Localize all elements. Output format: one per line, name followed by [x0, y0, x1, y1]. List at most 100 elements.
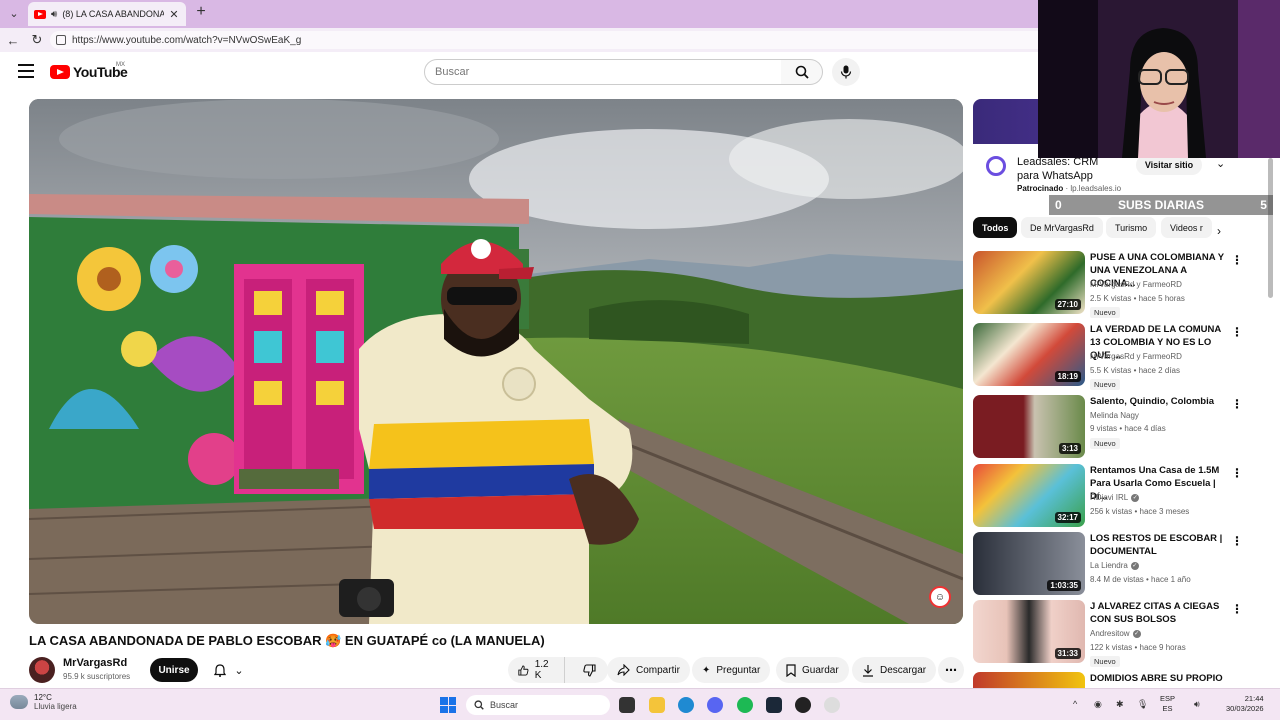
download-icon [863, 664, 873, 677]
file-explorer-icon[interactable] [649, 697, 665, 713]
kebab-menu-icon[interactable]: ⋮ [1231, 325, 1243, 339]
tab-list-button[interactable]: ⌄ [4, 3, 24, 23]
app-icon[interactable] [824, 697, 840, 713]
recommendation-title[interactable]: Salento, Quindio, Colombia [1090, 395, 1224, 408]
recommendation-channel[interactable]: Andresitow ✓ [1090, 629, 1141, 638]
verified-check-icon: ✓ [1132, 629, 1141, 638]
back-arrow-icon[interactable]: ← [4, 31, 22, 49]
youtube-header: YouTube MX [0, 52, 1038, 92]
recommendation-item[interactable]: 1:03:35 LOS RESTOS DE ESCOBAR | DOCUMENT… [973, 532, 1243, 596]
system-clock[interactable]: 21:44 30/03/2026 [1226, 694, 1264, 714]
obs-studio-icon[interactable] [795, 697, 811, 713]
new-tab-button[interactable]: + [192, 3, 210, 21]
ad-title[interactable]: Leadsales: CRM para WhatsApp [1017, 155, 1117, 183]
sidebar-scrollbar[interactable] [1268, 158, 1273, 298]
dislike-button[interactable] [571, 657, 608, 683]
chip-videos[interactable]: Videos r [1161, 217, 1212, 238]
video-thumbnail[interactable]: 18:19 [973, 323, 1085, 386]
like-button[interactable]: 1.2 K [508, 657, 565, 683]
tray-overflow-chevron-icon[interactable]: ^ [1073, 699, 1077, 709]
recommendation-title[interactable]: DOMIDIOS ABRE SU PROPIO [1090, 672, 1224, 685]
bell-icon [214, 663, 227, 677]
kebab-menu-icon[interactable]: ⋮ [1231, 253, 1243, 267]
channel-watermark[interactable]: ☺ [929, 586, 951, 608]
kebab-menu-icon[interactable]: ⋮ [1231, 534, 1243, 548]
video-thumbnail[interactable]: 31:33 [973, 600, 1085, 663]
network-icon[interactable]: ◉ [1094, 699, 1102, 710]
taskbar-search[interactable]: Buscar [466, 695, 610, 715]
url-field[interactable]: https://www.youtube.com/watch?v=NVwOSwEa… [50, 31, 1050, 49]
new-badge: Nuevo [1090, 656, 1120, 667]
like-dislike-group: 1.2 K [508, 657, 608, 683]
ask-button[interactable]: ✦ Preguntar [692, 657, 771, 683]
video-duration: 1:03:35 [1047, 580, 1081, 591]
save-label: Guardar [802, 664, 839, 676]
chip-todos[interactable]: Todos [973, 217, 1018, 238]
recommendation-item[interactable]: 27:10 PUSE A UNA COLOMBIANA Y UNA VENEZO… [973, 251, 1243, 318]
recommendation-item[interactable]: 18:19 LA VERDAD DE LA COMUNA 13 COLOMBIA… [973, 323, 1243, 390]
join-button[interactable]: Unirse [150, 658, 198, 682]
search-icon [795, 65, 809, 79]
visit-site-button[interactable]: Visitar sitio [1136, 155, 1202, 175]
edge-browser-icon[interactable] [678, 697, 694, 713]
reload-icon[interactable]: ↻ [28, 31, 46, 49]
chip-de-mrvargasrd[interactable]: De MrVargasRd [1021, 217, 1103, 238]
steam-icon[interactable] [766, 697, 782, 713]
more-actions-icon[interactable]: ⋯ [938, 657, 964, 683]
chip-turismo[interactable]: Turismo [1106, 217, 1157, 238]
share-button[interactable]: Compartir [607, 657, 690, 683]
notification-settings-button[interactable]: ⌄ [205, 658, 253, 682]
save-button[interactable]: Guardar [776, 657, 849, 683]
recommendation-title[interactable]: LOS RESTOS DE ESCOBAR | DOCUMENTAL [1090, 532, 1224, 558]
browser-tab-active[interactable]: 🔊︎ (8) LA CASA ABANDONADA DE PABLO ESCOB… [28, 2, 186, 26]
speaker-icon[interactable]: 🔊︎ [1194, 699, 1200, 710]
discord-icon[interactable] [707, 697, 723, 713]
video-thumbnail[interactable]: 3:13 [973, 395, 1085, 458]
channel-avatar[interactable] [29, 657, 55, 683]
kebab-menu-icon[interactable]: ⋮ [1231, 466, 1243, 480]
webcam-feed [1038, 0, 1280, 158]
speaker-icon[interactable]: 🔊︎ [51, 9, 57, 20]
recommendation-stats: 2.5 K vistas • hace 5 horas [1090, 294, 1185, 303]
channel-name[interactable]: MrVargasRd [63, 657, 127, 669]
site-info-icon[interactable] [56, 35, 66, 45]
spotify-icon[interactable] [737, 697, 753, 713]
recommendation-item[interactable]: 3:13 Salento, Quindio, Colombia Melinda … [973, 395, 1243, 459]
new-badge: Nuevo [1090, 438, 1120, 449]
hamburger-menu-icon[interactable] [18, 64, 34, 78]
recommendation-item[interactable]: 32:17 Rentamos Una Casa de 1.5M Para Usa… [973, 464, 1243, 528]
video-thumbnail[interactable]: 1:03:35 [973, 532, 1085, 595]
recommendation-item[interactable]: 31:33 J ALVAREZ CITAS A CIEGAS CON SUS B… [973, 600, 1243, 667]
chevron-right-icon[interactable]: › [1217, 224, 1221, 238]
recommendation-channel[interactable]: MrVargasRd y FarmeoRD [1090, 280, 1182, 289]
recommendation-channel[interactable]: MrVargasRd y FarmeoRD [1090, 352, 1182, 361]
recommendation-item[interactable]: DOMIDIOS ABRE SU PROPIO [973, 672, 1243, 688]
bluetooth-icon[interactable]: ✱ [1116, 699, 1124, 710]
sparkle-icon: ✦ [702, 664, 711, 676]
recommendation-channel[interactable]: La Liendra ✓ [1090, 561, 1139, 570]
search-input[interactable] [424, 59, 782, 85]
video-thumbnail[interactable] [973, 672, 1085, 688]
close-icon[interactable]: ✕ [169, 8, 178, 21]
video-thumbnail[interactable]: 32:17 [973, 464, 1085, 527]
channel-logo-icon: ☺ [934, 591, 946, 603]
kebab-menu-icon[interactable]: ⋮ [1231, 397, 1243, 411]
windows-start-icon[interactable] [440, 697, 456, 713]
voice-search-button[interactable] [832, 58, 860, 86]
recommendation-channel[interactable]: RDjavi IRL ✓ [1090, 493, 1140, 502]
recommendation-channel[interactable]: Melinda Nagy [1090, 411, 1139, 420]
ad-sponsored-label: Patrocinado [1017, 184, 1064, 193]
download-button[interactable]: Descargar [852, 657, 937, 683]
language-indicator[interactable]: ESP ES [1160, 694, 1175, 714]
chevron-down-icon[interactable]: ⌄ [1216, 157, 1225, 170]
video-duration: 27:10 [1054, 299, 1081, 310]
video-thumbnail[interactable]: 27:10 [973, 251, 1085, 314]
recommendation-title[interactable]: J ALVAREZ CITAS A CIEGAS CON SUS BOLSOS [1090, 600, 1224, 626]
microphone-tray-icon[interactable]: 🎙︎ [1137, 699, 1148, 710]
kebab-menu-icon[interactable]: ⋮ [1231, 602, 1243, 616]
search-button[interactable] [781, 59, 823, 85]
video-player[interactable]: ☺ [29, 99, 963, 624]
weather-temperature: 12°C [34, 693, 52, 702]
task-view-icon[interactable] [619, 697, 635, 713]
weather-widget[interactable]: 12°C Lluvia ligera [10, 693, 77, 711]
